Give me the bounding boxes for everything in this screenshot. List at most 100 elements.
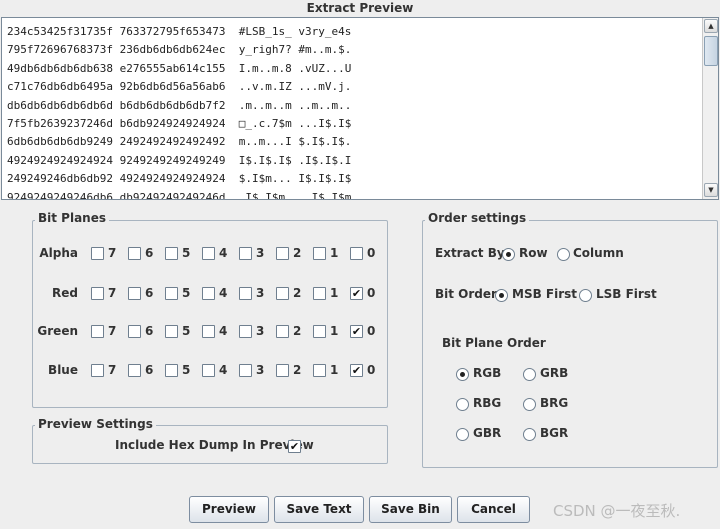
bit-number-label: 2 xyxy=(293,363,302,377)
bit-checkbox-blue-0[interactable]: ✔ xyxy=(350,364,363,377)
preview-settings-title: Preview Settings xyxy=(35,417,156,431)
scroll-thumb[interactable] xyxy=(704,36,718,66)
bit-checkbox-alpha-3[interactable] xyxy=(239,247,252,260)
bit-number-label: 3 xyxy=(256,363,265,377)
bit-number-label: 0 xyxy=(367,363,376,377)
bit-order-lsb-radio[interactable] xyxy=(579,289,592,302)
plane-order-bgr-radio[interactable] xyxy=(523,428,536,441)
bit-number-label: 5 xyxy=(182,286,191,300)
bit-checkbox-red-7[interactable] xyxy=(91,287,104,300)
bit-checkbox-red-6[interactable] xyxy=(128,287,141,300)
bit-checkbox-red-5[interactable] xyxy=(165,287,178,300)
bit-number-label: 7 xyxy=(108,286,117,300)
bit-number-label: 1 xyxy=(330,286,339,300)
include-hex-dump-checkbox[interactable]: ✔ xyxy=(288,440,301,453)
extract-by-row-radio[interactable] xyxy=(502,248,515,261)
bit-number-label: 0 xyxy=(367,286,376,300)
bit-plane-row-label-red: Red xyxy=(52,286,78,300)
bit-number-label: 3 xyxy=(256,324,265,338)
bit-planes-title: Bit Planes xyxy=(35,211,110,225)
plane-order-rbg-label[interactable]: RBG xyxy=(473,396,501,410)
extract-by-column-label[interactable]: Column xyxy=(573,246,624,260)
bit-checkbox-green-5[interactable] xyxy=(165,325,178,338)
bit-checkbox-green-6[interactable] xyxy=(128,325,141,338)
bit-checkbox-green-2[interactable] xyxy=(276,325,289,338)
save-bin-button[interactable]: Save Bin xyxy=(369,496,452,523)
bit-checkbox-alpha-2[interactable] xyxy=(276,247,289,260)
bit-checkbox-blue-3[interactable] xyxy=(239,364,252,377)
cancel-button[interactable]: Cancel xyxy=(457,496,530,523)
bit-number-label: 4 xyxy=(219,246,228,260)
save-text-button[interactable]: Save Text xyxy=(274,496,364,523)
bit-checkbox-alpha-4[interactable] xyxy=(202,247,215,260)
bit-checkbox-alpha-0[interactable] xyxy=(350,247,363,260)
plane-order-brg-radio[interactable] xyxy=(523,398,536,411)
include-hex-dump-label: Include Hex Dump In Preview xyxy=(115,438,314,452)
bit-checkbox-green-7[interactable] xyxy=(91,325,104,338)
bit-checkbox-blue-7[interactable] xyxy=(91,364,104,377)
bit-number-label: 5 xyxy=(182,324,191,338)
bit-checkbox-blue-6[interactable] xyxy=(128,364,141,377)
bit-plane-order-label: Bit Plane Order xyxy=(442,336,546,350)
bit-number-label: 5 xyxy=(182,363,191,377)
bit-number-label: 6 xyxy=(145,324,154,338)
scroll-down-icon[interactable]: ▼ xyxy=(704,183,718,197)
bit-number-label: 6 xyxy=(145,363,154,377)
bit-checkbox-alpha-7[interactable] xyxy=(91,247,104,260)
extract-preview-area[interactable]: 234c53425f31735f 763372795f653473 #LSB_1… xyxy=(1,17,719,200)
plane-order-rgb-label[interactable]: RGB xyxy=(473,366,501,380)
bit-number-label: 3 xyxy=(256,246,265,260)
plane-order-bgr-label[interactable]: BGR xyxy=(540,426,568,440)
bit-checkbox-red-3[interactable] xyxy=(239,287,252,300)
bit-number-label: 7 xyxy=(108,324,117,338)
order-settings-title: Order settings xyxy=(425,211,530,225)
bit-checkbox-blue-2[interactable] xyxy=(276,364,289,377)
bit-order-msb-label[interactable]: MSB First xyxy=(512,287,577,301)
preview-button[interactable]: Preview xyxy=(189,496,269,523)
bit-checkbox-red-4[interactable] xyxy=(202,287,215,300)
bit-checkbox-red-2[interactable] xyxy=(276,287,289,300)
bit-checkbox-red-1[interactable] xyxy=(313,287,326,300)
bit-number-label: 6 xyxy=(145,286,154,300)
bit-number-label: 4 xyxy=(219,286,228,300)
vertical-scrollbar[interactable]: ▲ ▼ xyxy=(702,18,718,199)
bit-checkbox-green-3[interactable] xyxy=(239,325,252,338)
bit-order-lsb-label[interactable]: LSB First xyxy=(596,287,657,301)
bit-checkbox-red-0[interactable]: ✔ xyxy=(350,287,363,300)
bit-number-label: 0 xyxy=(367,246,376,260)
bit-number-label: 1 xyxy=(330,246,339,260)
bit-number-label: 7 xyxy=(108,246,117,260)
plane-order-rgb-radio[interactable] xyxy=(456,368,469,381)
plane-order-grb-label[interactable]: GRB xyxy=(540,366,568,380)
bit-number-label: 1 xyxy=(330,363,339,377)
plane-order-gbr-radio[interactable] xyxy=(456,428,469,441)
bit-checkbox-alpha-1[interactable] xyxy=(313,247,326,260)
plane-order-rbg-radio[interactable] xyxy=(456,398,469,411)
bit-number-label: 2 xyxy=(293,324,302,338)
bit-checkbox-blue-1[interactable] xyxy=(313,364,326,377)
preview-text[interactable]: 234c53425f31735f 763372795f653473 #LSB_1… xyxy=(7,23,702,199)
extract-by-row-label[interactable]: Row xyxy=(519,246,548,260)
extract-by-column-radio[interactable] xyxy=(557,248,570,261)
scroll-up-icon[interactable]: ▲ xyxy=(704,19,718,33)
bit-checkbox-blue-5[interactable] xyxy=(165,364,178,377)
bit-checkbox-alpha-6[interactable] xyxy=(128,247,141,260)
window-title: Extract Preview xyxy=(306,1,414,15)
bit-checkbox-green-4[interactable] xyxy=(202,325,215,338)
plane-order-brg-label[interactable]: BRG xyxy=(540,396,568,410)
bit-plane-row-label-blue: Blue xyxy=(48,363,78,377)
bit-number-label: 2 xyxy=(293,246,302,260)
bit-number-label: 2 xyxy=(293,286,302,300)
bit-order-label: Bit Order xyxy=(435,287,497,301)
bit-checkbox-green-0[interactable]: ✔ xyxy=(350,325,363,338)
bit-checkbox-alpha-5[interactable] xyxy=(165,247,178,260)
bit-checkbox-blue-4[interactable] xyxy=(202,364,215,377)
watermark: CSDN @一夜至秋. xyxy=(553,502,681,520)
bit-number-label: 0 xyxy=(367,324,376,338)
bit-number-label: 3 xyxy=(256,286,265,300)
bit-number-label: 4 xyxy=(219,324,228,338)
plane-order-gbr-label[interactable]: GBR xyxy=(473,426,501,440)
bit-checkbox-green-1[interactable] xyxy=(313,325,326,338)
bit-order-msb-radio[interactable] xyxy=(495,289,508,302)
plane-order-grb-radio[interactable] xyxy=(523,368,536,381)
